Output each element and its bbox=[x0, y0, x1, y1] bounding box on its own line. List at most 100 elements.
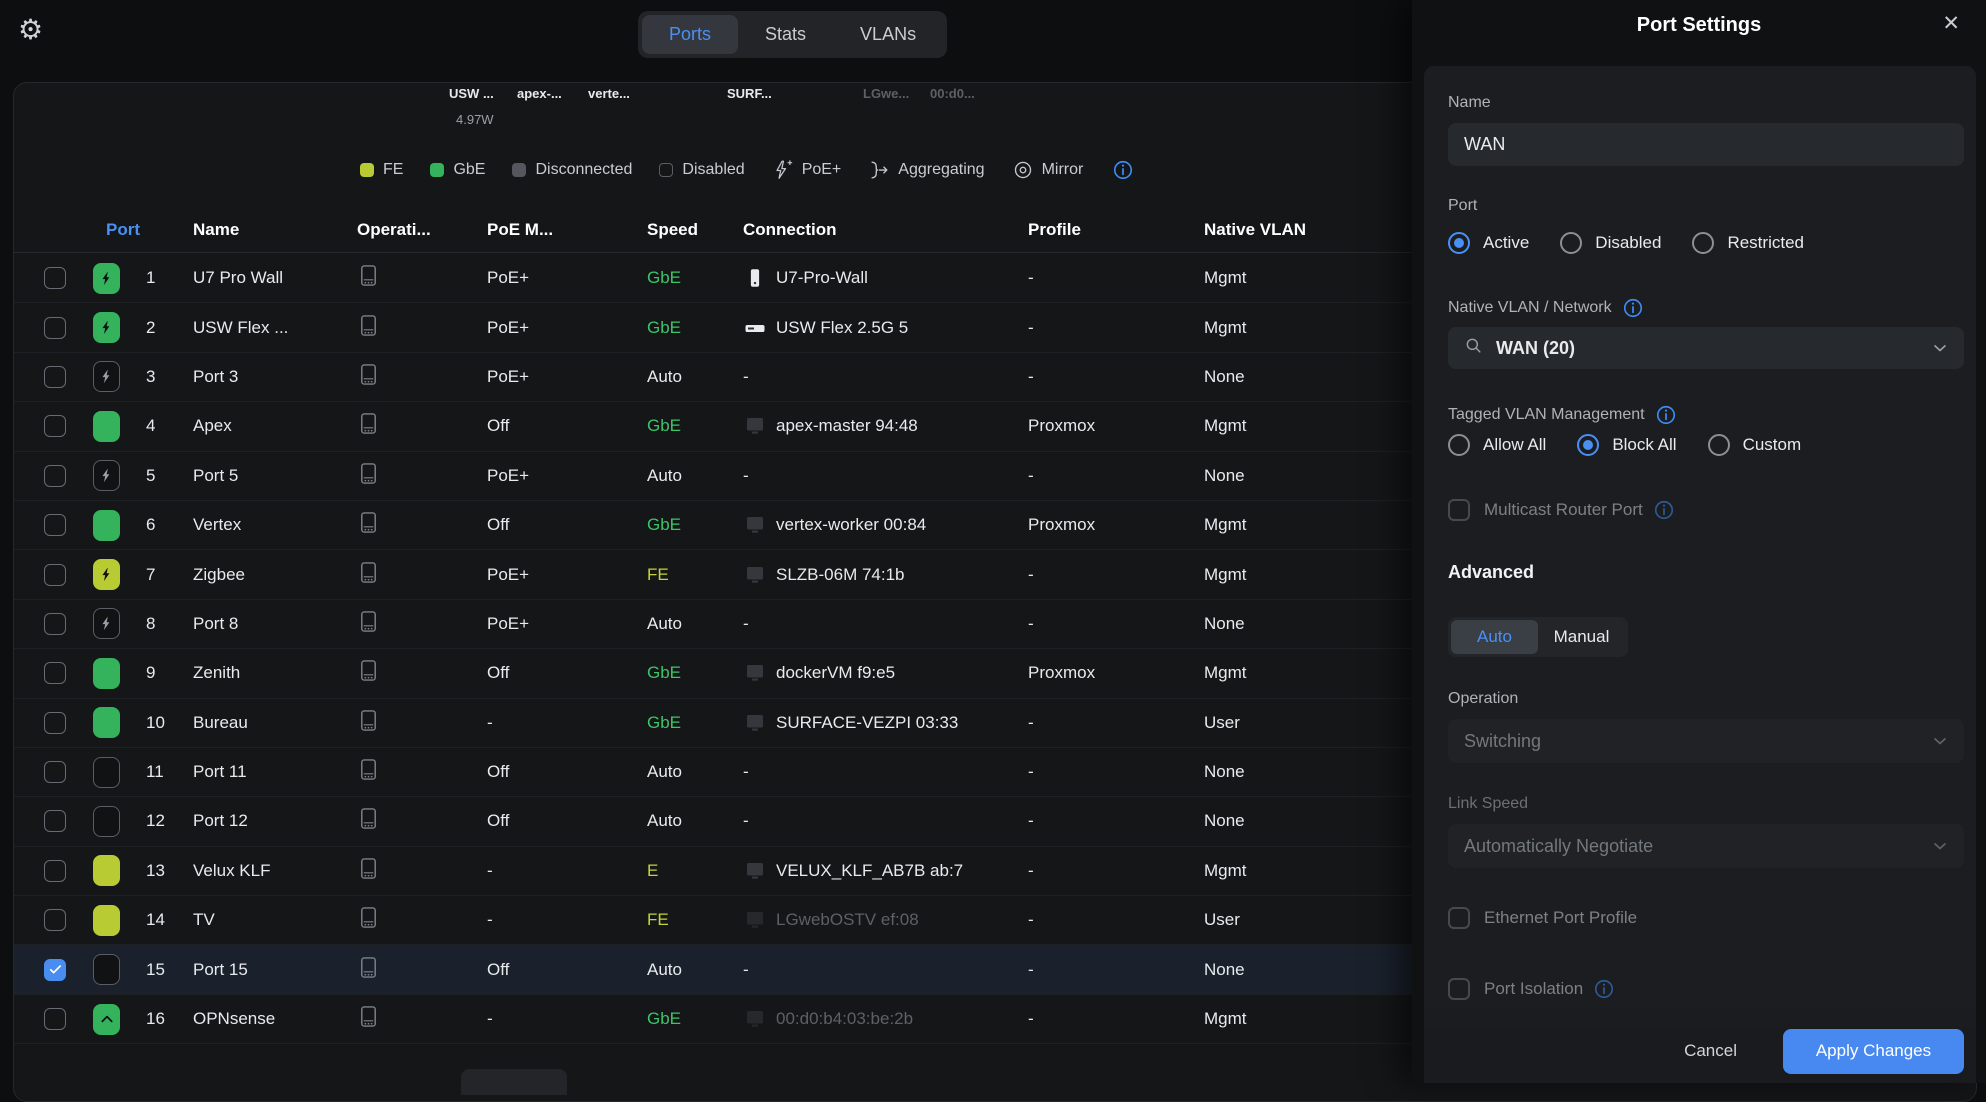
tab-stats[interactable]: Stats bbox=[738, 15, 833, 54]
row-checkbox[interactable] bbox=[44, 465, 66, 487]
port-number: 5 bbox=[133, 466, 193, 486]
client-device-icon bbox=[743, 859, 767, 883]
port-isolation-checkbox[interactable] bbox=[1448, 978, 1470, 1000]
radio-disabled[interactable]: Disabled bbox=[1560, 232, 1661, 254]
device-operation-icon bbox=[357, 966, 380, 985]
multicast-router-port-row[interactable]: Multicast Router Port bbox=[1448, 499, 1675, 521]
radio-allow-all[interactable]: Allow All bbox=[1448, 434, 1546, 456]
speed: GbE bbox=[647, 515, 743, 535]
poe-mode: PoE+ bbox=[487, 268, 647, 288]
ethernet-port-profile-checkbox[interactable] bbox=[1448, 907, 1470, 929]
port-isolation-row[interactable]: Port Isolation bbox=[1448, 978, 1615, 1000]
connection: LGwebOSTV ef:08 bbox=[743, 908, 1028, 932]
row-checkbox[interactable] bbox=[44, 959, 66, 981]
tab-ports[interactable]: Ports bbox=[642, 15, 738, 54]
column-header-speed[interactable]: Speed bbox=[647, 220, 743, 240]
speed: Auto bbox=[647, 811, 743, 831]
info-icon[interactable] bbox=[1112, 159, 1134, 181]
port-status-icon bbox=[93, 658, 120, 689]
radio-custom-control[interactable] bbox=[1708, 434, 1730, 456]
connection-text: - bbox=[743, 367, 749, 387]
native-vlan-label: Native VLAN / Network bbox=[1448, 297, 1644, 319]
column-header-name[interactable]: Name bbox=[193, 220, 357, 240]
port-status-icon bbox=[93, 905, 120, 936]
apply-changes-button[interactable]: Apply Changes bbox=[1783, 1029, 1964, 1074]
column-header-poe-mode[interactable]: PoE M... bbox=[487, 220, 647, 240]
row-checkbox[interactable] bbox=[44, 267, 66, 289]
speed: GbE bbox=[647, 416, 743, 436]
radio-active-control[interactable] bbox=[1448, 232, 1470, 254]
device-operation-icon bbox=[357, 373, 380, 392]
profile: - bbox=[1028, 960, 1204, 980]
column-header-port[interactable]: Port bbox=[93, 220, 193, 240]
ethernet-port-profile-row[interactable]: Ethernet Port Profile bbox=[1448, 907, 1637, 929]
profile: - bbox=[1028, 910, 1204, 930]
row-checkbox[interactable] bbox=[44, 909, 66, 931]
link-speed-select[interactable]: Automatically Negotiate bbox=[1448, 824, 1964, 868]
radio-block-all-control[interactable] bbox=[1577, 434, 1599, 456]
mode-auto[interactable]: Auto bbox=[1451, 620, 1538, 654]
legend-swatch bbox=[430, 163, 444, 177]
radio-custom[interactable]: Custom bbox=[1708, 434, 1802, 456]
checkbox-cell bbox=[44, 465, 93, 487]
close-icon[interactable]: ✕ bbox=[1942, 11, 1960, 36]
row-checkbox[interactable] bbox=[44, 761, 66, 783]
client-device-icon bbox=[743, 513, 767, 537]
operation-value: Switching bbox=[1464, 731, 1541, 752]
radio-allow-all-control[interactable] bbox=[1448, 434, 1470, 456]
native-vlan-select[interactable]: WAN (20) bbox=[1448, 327, 1964, 369]
device-label: LGwe... bbox=[863, 86, 909, 101]
chevron-down-icon bbox=[1930, 338, 1950, 358]
pagination-stub-button[interactable] bbox=[461, 1069, 567, 1095]
row-checkbox[interactable] bbox=[44, 613, 66, 635]
name-label: Name bbox=[1448, 94, 1491, 112]
tab-vlans[interactable]: VLANs bbox=[833, 15, 943, 54]
row-checkbox[interactable] bbox=[44, 712, 66, 734]
drawer-footer: Cancel Apply Changes bbox=[1424, 1005, 1976, 1083]
multicast-checkbox[interactable] bbox=[1448, 499, 1470, 521]
row-checkbox[interactable] bbox=[44, 415, 66, 437]
radio-disabled-control[interactable] bbox=[1560, 232, 1582, 254]
profile: - bbox=[1028, 861, 1204, 881]
cancel-button[interactable]: Cancel bbox=[1678, 1040, 1743, 1062]
device-operation-icon bbox=[357, 274, 380, 293]
connection-text: dockerVM f9:e5 bbox=[776, 663, 895, 683]
port-status-icon bbox=[93, 411, 120, 442]
legend-label: PoE+ bbox=[802, 161, 842, 179]
port-settings-drawer: Port Settings ✕ Name WAN Port Active Dis… bbox=[1412, 0, 1986, 1083]
column-header-profile[interactable]: Profile bbox=[1028, 220, 1204, 240]
name-input[interactable]: WAN bbox=[1448, 123, 1964, 166]
tagged-vlan-label-text: Tagged VLAN Management bbox=[1448, 406, 1645, 424]
connection-text: VELUX_KLF_AB7B ab:7 bbox=[776, 861, 963, 881]
radio-restricted-control[interactable] bbox=[1692, 232, 1714, 254]
speed: GbE bbox=[647, 713, 743, 733]
connection-text: vertex-worker 00:84 bbox=[776, 515, 926, 535]
row-checkbox[interactable] bbox=[44, 810, 66, 832]
radio-block-all[interactable]: Block All bbox=[1577, 434, 1676, 456]
speed: E bbox=[647, 861, 743, 881]
row-checkbox[interactable] bbox=[44, 514, 66, 536]
info-icon[interactable] bbox=[1655, 404, 1677, 426]
row-checkbox[interactable] bbox=[44, 860, 66, 882]
port-status-icon bbox=[93, 707, 120, 738]
info-icon[interactable] bbox=[1622, 297, 1644, 319]
row-checkbox[interactable] bbox=[44, 662, 66, 684]
port-name: U7 Pro Wall bbox=[193, 268, 357, 288]
column-header-operation[interactable]: Operati... bbox=[357, 220, 487, 240]
row-checkbox[interactable] bbox=[44, 564, 66, 586]
mode-manual[interactable]: Manual bbox=[1538, 620, 1625, 654]
row-checkbox[interactable] bbox=[44, 1008, 66, 1030]
switch-icon bbox=[743, 316, 767, 340]
radio-active[interactable]: Active bbox=[1448, 232, 1529, 254]
port-status-icon bbox=[93, 510, 120, 541]
radio-restricted[interactable]: Restricted bbox=[1692, 232, 1804, 254]
column-header-connection[interactable]: Connection bbox=[743, 220, 1028, 240]
settings-gear-icon[interactable]: ⚙ bbox=[18, 16, 43, 44]
poe-mode: PoE+ bbox=[487, 614, 647, 634]
operation-cell bbox=[357, 262, 487, 294]
row-checkbox[interactable] bbox=[44, 366, 66, 388]
row-checkbox[interactable] bbox=[44, 317, 66, 339]
checkbox-cell bbox=[44, 514, 93, 536]
legend-label: Aggregating bbox=[898, 161, 984, 179]
operation-select[interactable]: Switching bbox=[1448, 719, 1964, 763]
